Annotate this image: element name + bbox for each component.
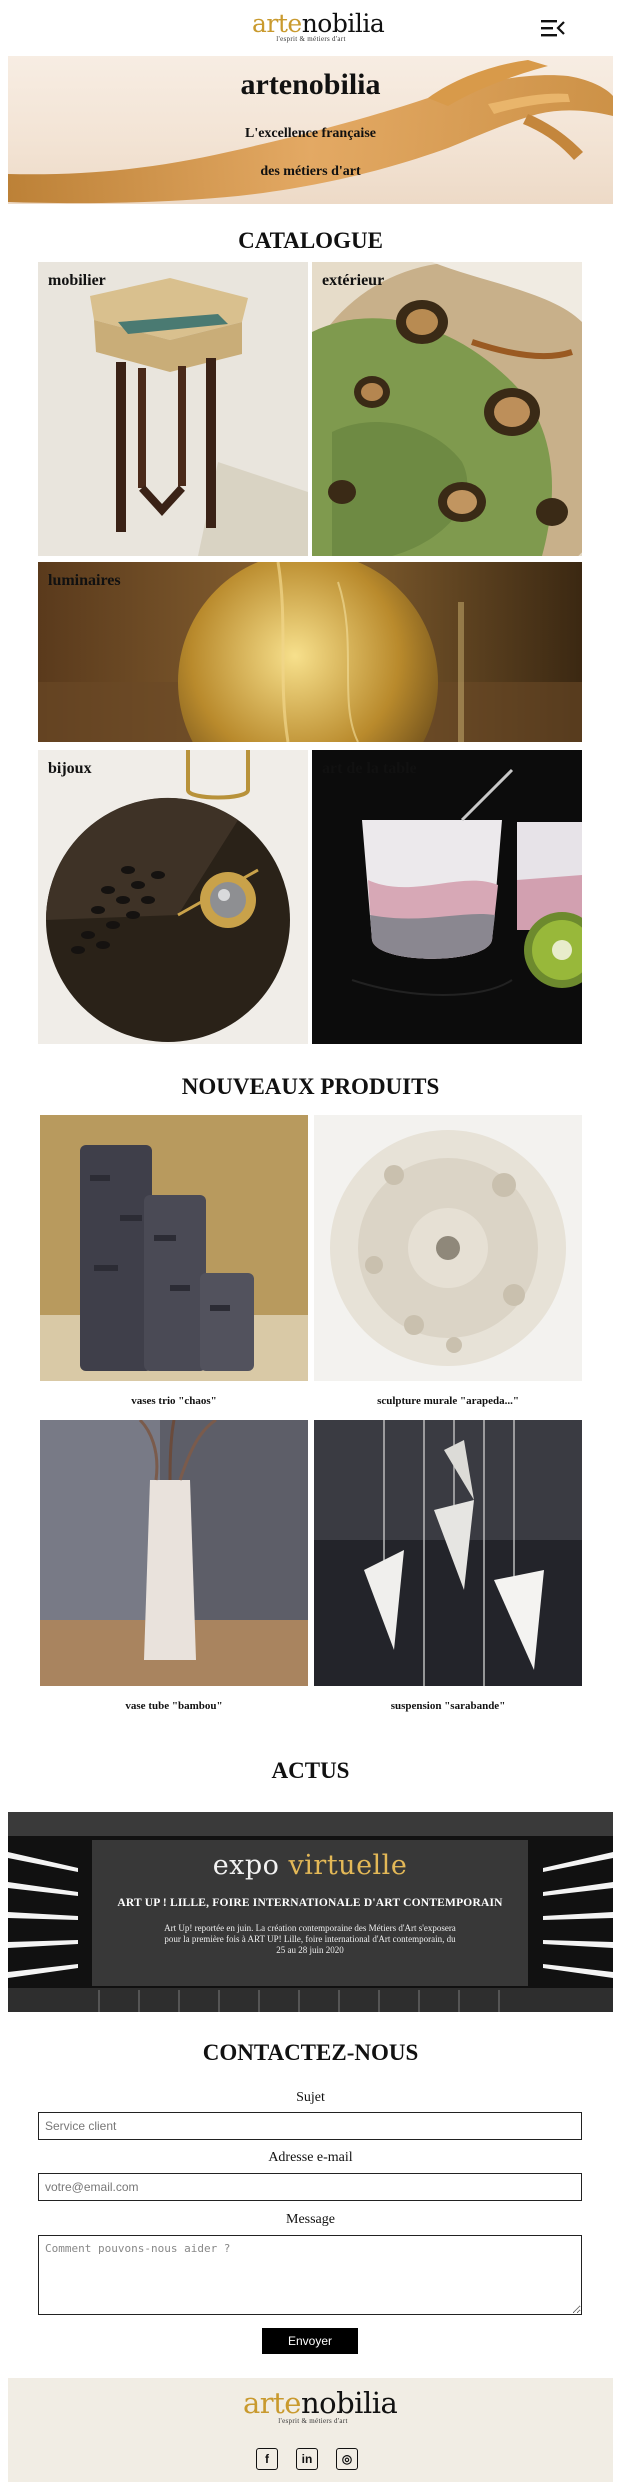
email-input[interactable]	[38, 2173, 582, 2201]
product-image	[40, 1115, 308, 1381]
product-caption: vases trio "chaos"	[131, 1395, 217, 1407]
product-caption: sculpture murale "arapeda..."	[377, 1395, 519, 1407]
facebook-icon[interactable]: f	[256, 2448, 278, 2470]
tile-label: luminaires	[48, 572, 121, 589]
product-image	[314, 1420, 582, 1686]
catalogue-tile-mobilier[interactable]: mobilier	[38, 262, 308, 556]
subject-label: Sujet	[296, 2090, 325, 2105]
footer: artenobilia l'esprit & métiers d'art f i…	[8, 2378, 613, 2482]
product-image	[314, 1115, 582, 1381]
contact-title: CONTACTEZ-NOUS	[202, 2040, 419, 2065]
products-title: NOUVEAUX PRODUITS	[181, 1074, 440, 1099]
hero-title: artenobilia	[240, 68, 381, 101]
hero-banner: artenobilia L'excellence française des m…	[8, 56, 613, 204]
hero-subtitle-line-2: des métiers d'art	[260, 164, 361, 179]
logo-wordmark: artenobilia	[243, 2386, 398, 2420]
catalogue-tile-bijoux[interactable]: bijoux	[38, 750, 308, 1044]
product-card[interactable]: suspension "sarabande"	[314, 1420, 582, 1712]
brooch-image	[38, 750, 308, 1044]
message-label: Message	[286, 2212, 335, 2227]
tile-label: art de la table	[322, 760, 417, 777]
catalogue-tile-luminaires[interactable]: luminaires	[38, 562, 582, 742]
hero-subtitle-line-1: L'excellence française	[244, 126, 376, 141]
product-caption: vase tube "bambou"	[125, 1700, 223, 1712]
menu-icon[interactable]	[541, 18, 565, 38]
news-summary: Art Up! reportée en juin. La création co…	[164, 1923, 456, 1955]
email-label: Adresse e-mail	[268, 2150, 353, 2165]
expo-virtuelle-logo: expo virtuelle	[212, 1850, 408, 1881]
tile-label: mobilier	[48, 272, 106, 289]
linkedin-icon[interactable]: in	[296, 2448, 318, 2470]
catalogue-tile-exterieur[interactable]: extérieur	[312, 262, 582, 556]
ceramic-sphere-image	[312, 262, 582, 556]
actus-title: ACTUS	[271, 1758, 350, 1783]
product-caption: suspension "sarabande"	[390, 1700, 506, 1712]
tile-label: bijoux	[48, 760, 92, 777]
news-banner[interactable]: expo virtuelle ART UP ! LILLE, FOIRE INT…	[8, 1812, 613, 2012]
social-links: f in ◎	[256, 2448, 358, 2470]
message-textarea[interactable]	[38, 2235, 582, 2315]
instagram-icon[interactable]: ◎	[336, 2448, 358, 2470]
catalogue-tile-art-de-la-table[interactable]: art de la table	[312, 750, 582, 1044]
product-image	[40, 1420, 308, 1686]
tile-label: extérieur	[322, 272, 385, 289]
product-card[interactable]: vase tube "bambou"	[40, 1420, 308, 1712]
side-table-image	[38, 262, 308, 556]
catalogue-title: CATALOGUE	[238, 228, 383, 253]
news-headline: ART UP ! LILLE, FOIRE INTERNATIONALE D'A…	[117, 1897, 503, 1909]
logo-wordmark: artenobilia	[252, 9, 385, 38]
product-card[interactable]: vases trio "chaos"	[40, 1115, 308, 1407]
subject-input[interactable]	[38, 2112, 582, 2140]
send-button[interactable]: Envoyer	[262, 2328, 358, 2354]
footer-logo[interactable]: artenobilia l'esprit & métiers d'art	[243, 2386, 398, 2425]
news-card: expo virtuelle ART UP ! LILLE, FOIRE INT…	[92, 1840, 528, 1986]
site-logo[interactable]: artenobilia l'esprit & métiers d'art	[252, 9, 385, 45]
top-bar: artenobilia l'esprit & métiers d'art	[0, 0, 621, 56]
porcelain-cups-image	[312, 750, 582, 1044]
product-card[interactable]: sculpture murale "arapeda..."	[314, 1115, 582, 1407]
